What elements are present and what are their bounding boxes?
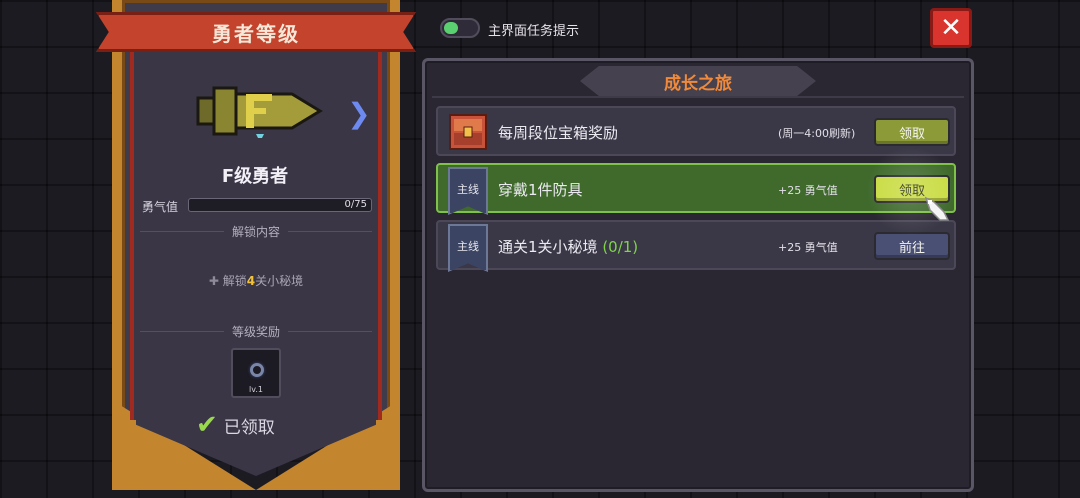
hand-pointer-icon (924, 196, 950, 221)
task-row-weekly-chest: 每周段位宝箱奖励 (周一4:00刷新) 领取 (436, 106, 956, 156)
task-title-text: 通关1关小秘境 (498, 238, 603, 256)
courage-value: 0/75 (344, 199, 367, 210)
close-icon: ✕ (940, 13, 962, 43)
courage-progress-bar: 0/75 (188, 198, 372, 212)
task-reward: +25 勇气值 (778, 241, 838, 254)
reward-item-slot[interactable]: lv.1 (231, 348, 281, 398)
task-title: 每周段位宝箱奖励 (498, 124, 619, 142)
unlock-suffix: 关小秘境 (255, 274, 304, 288)
reward-section-title: 等级奖励 (140, 323, 372, 340)
task-hint-toggle[interactable] (440, 18, 480, 38)
treasure-chest-icon (449, 114, 487, 150)
unlock-count: 4 (246, 274, 256, 288)
main-quest-badge: 主线 (448, 224, 488, 272)
unlock-content: ✚ 解锁4关小秘境 (140, 272, 372, 289)
claim-button[interactable]: 领取 (874, 118, 950, 146)
toggle-knob (444, 22, 458, 34)
rank-panel-title: 勇者等级 (212, 21, 300, 46)
task-refresh-note: (周一4:00刷新) (778, 127, 856, 140)
rank-name: F级勇者 (221, 166, 289, 187)
task-hint-toggle-label: 主界面任务提示 (488, 24, 580, 39)
close-button[interactable]: ✕ (930, 8, 972, 48)
rank-title-ribbon: 勇者等级 (96, 12, 416, 52)
main-quest-badge: 主线 (448, 167, 488, 215)
claimed-status: ✔ 已领取 (196, 412, 275, 438)
ring-icon (250, 363, 264, 377)
unlock-prefix: 解锁 (222, 274, 247, 288)
task-progress: (0/1) (602, 238, 639, 256)
courage-label: 勇气值 (142, 200, 179, 214)
task-title: 通关1关小秘境 (0/1) (498, 236, 638, 257)
task-title: 穿戴1件防具 (498, 181, 583, 199)
plus-icon: ✚ (208, 274, 219, 288)
go-button[interactable]: 前往 (874, 232, 950, 260)
rank-f-emblem-icon (196, 86, 323, 138)
unlock-section-title-text: 解锁内容 (232, 225, 281, 239)
claimed-label: 已领取 (223, 417, 275, 438)
growth-journey-header: 成长之旅 (580, 66, 816, 96)
chevron-right-icon[interactable]: ❯ (347, 96, 370, 130)
growth-journey-title: 成长之旅 (664, 73, 732, 94)
reward-level: lv.1 (249, 385, 263, 394)
header-divider (432, 96, 964, 98)
check-icon: ✔ (196, 410, 218, 440)
reward-section-title-text: 等级奖励 (232, 325, 281, 339)
unlock-section-title: 解锁内容 (140, 223, 372, 240)
task-row-clear-dungeon: 主线 通关1关小秘境 (0/1) +25 勇气值 前往 (436, 220, 956, 272)
task-reward: +25 勇气值 (778, 184, 838, 197)
